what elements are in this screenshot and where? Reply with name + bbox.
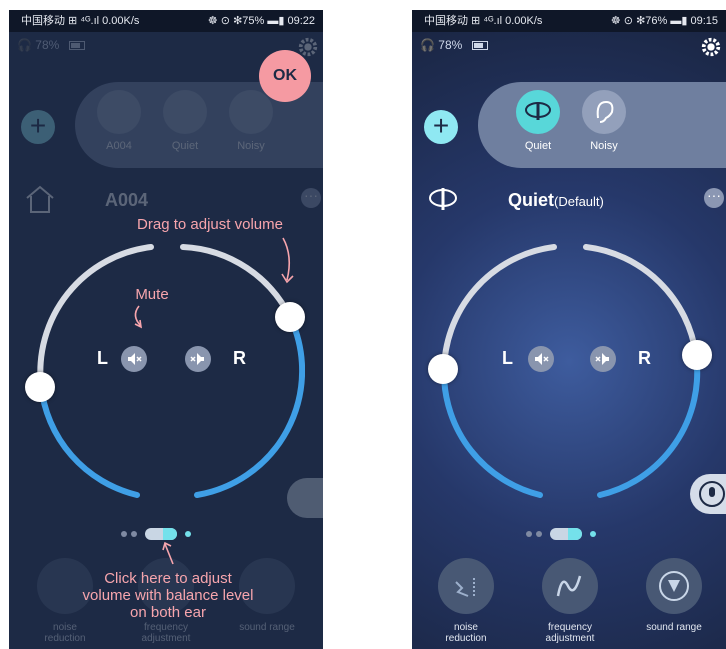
status-right: ☸ ⊙ ✻76% ▬▮ 09:15: [610, 15, 718, 27]
mode-bar: Quiet Noisy: [478, 82, 726, 168]
headphone-battery: 🎧 78%: [420, 38, 489, 52]
tip-balance: Click here to adjust volume with balance…: [82, 570, 254, 621]
tool-frequency-adjustment[interactable]: frequency adjustment: [538, 558, 602, 644]
house-icon: [97, 90, 141, 134]
tool-label: sound range: [646, 622, 702, 633]
ear-icon: [582, 90, 626, 134]
left-phone-screen: 中国移动 ⊞ ⁴ᴳ.ıl 0.00K/s ☸ ⊙ ✻75% ▬▮ 09:22 🎧…: [9, 10, 323, 649]
voice-button[interactable]: [690, 474, 726, 514]
right-volume-handle[interactable]: [682, 340, 712, 370]
left-label: L: [502, 348, 513, 368]
gear-icon[interactable]: [700, 36, 722, 58]
quiet-lips-icon: [516, 90, 560, 134]
speaker-mute-icon: [190, 353, 204, 365]
tip-arrow-icon: [162, 541, 174, 565]
status-bar: 中国移动 ⊞ ⁴ᴳ.ıl 0.00K/s ☸ ⊙ ✻75% ▬▮ 09:22: [9, 10, 323, 32]
microphone-refresh-icon: [699, 481, 725, 507]
wave-icon: [542, 558, 598, 614]
add-preset-button[interactable]: +: [21, 110, 55, 144]
tip-arrow-icon: [134, 305, 143, 329]
left-volume-handle[interactable]: [25, 372, 55, 402]
right-label: R: [638, 348, 651, 368]
preset-name: Quiet(Default): [508, 190, 604, 210]
quiet-lips-icon: [429, 188, 457, 210]
left-volume-handle[interactable]: [428, 354, 458, 384]
more-options-button[interactable]: ···: [704, 188, 724, 208]
house-icon: [26, 185, 54, 213]
tool-label: noise reduction: [445, 622, 487, 644]
headphone-battery: 🎧 78%: [17, 38, 86, 52]
ear-icon: [229, 90, 273, 134]
tip-mute: Mute: [135, 286, 169, 303]
headphone-icon: 🎧: [420, 38, 435, 52]
mode-quiet-label: Quiet: [524, 140, 552, 152]
status-right: ☸ ⊙ ✻75% ▬▮ 09:22: [207, 15, 315, 27]
tool-sound-range[interactable]: sound range: [642, 558, 706, 633]
mode-quiet[interactable]: Quiet: [155, 90, 215, 152]
add-preset-button[interactable]: +: [424, 110, 458, 144]
more-options-button[interactable]: ···: [301, 188, 321, 208]
noise-reduction-icon: [438, 558, 494, 614]
mode-noisy[interactable]: Noisy: [574, 90, 634, 152]
ok-button[interactable]: OK: [259, 50, 311, 102]
right-label: R: [233, 348, 246, 368]
mute-left-button[interactable]: [121, 346, 147, 372]
speaker-mute-icon: [535, 353, 549, 365]
tool-label: frequency adjustment: [545, 622, 595, 644]
speaker-mute-icon: [595, 353, 609, 365]
mute-left-button[interactable]: [528, 346, 554, 372]
volume-ring: [37, 244, 305, 498]
volume-ring: [440, 244, 701, 498]
speaker-mute-icon: [128, 353, 142, 365]
mute-right-button[interactable]: [590, 346, 616, 372]
left-label: L: [97, 348, 108, 368]
tip-arrow-icon: [281, 237, 294, 284]
sound-range-icon: [646, 558, 702, 614]
quiet-lips-icon: [163, 90, 207, 134]
status-left: 中国移动 ⊞ ⁴ᴳ.ıl 0.00K/s: [21, 15, 140, 27]
tip-drag: Drag to adjust volume: [137, 216, 283, 233]
mode-noisy-label: Noisy: [590, 140, 618, 152]
tool-noise-reduction[interactable]: noise reduction: [434, 558, 498, 644]
preset-row: Quiet(Default) ···: [422, 182, 724, 222]
preset-name: A004: [105, 190, 149, 210]
right-volume-handle[interactable]: [275, 302, 305, 332]
mode-noisy[interactable]: Noisy: [221, 90, 281, 152]
status-bar: 中国移动 ⊞ ⁴ᴳ.ıl 0.00K/s ☸ ⊙ ✻76% ▬▮ 09:15: [412, 10, 726, 32]
status-left: 中国移动 ⊞ ⁴ᴳ.ıl 0.00K/s: [424, 15, 543, 27]
right-phone-screen: 中国移动 ⊞ ⁴ᴳ.ıl 0.00K/s ☸ ⊙ ✻76% ▬▮ 09:15 🎧…: [412, 10, 726, 649]
mode-quiet[interactable]: Quiet: [508, 90, 568, 152]
mute-right-button[interactable]: [185, 346, 211, 372]
battery-icon: [472, 41, 489, 51]
mode-a004[interactable]: A004: [89, 90, 149, 152]
